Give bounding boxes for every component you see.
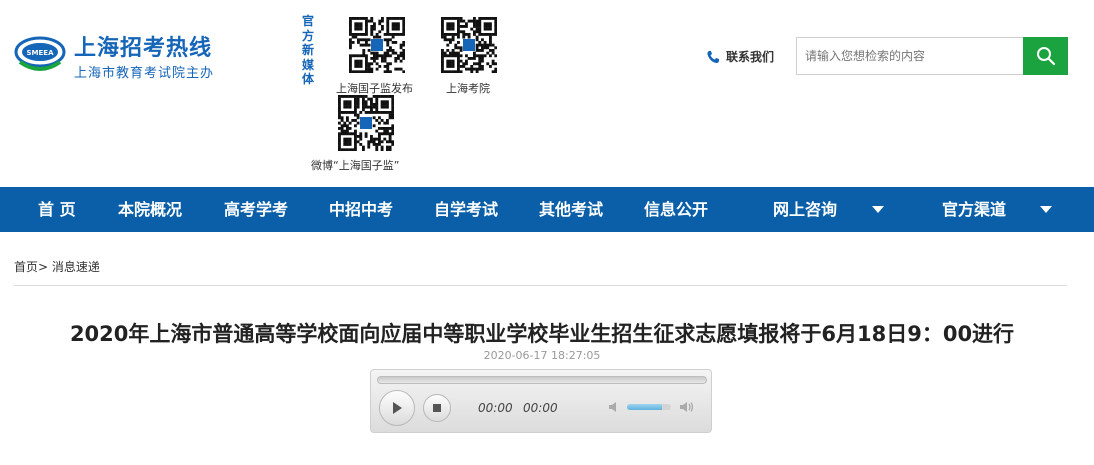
divider <box>14 285 1067 286</box>
breadcrumb-current[interactable]: 消息速递 <box>52 260 100 274</box>
qr-caption: 微博“上海国子监” <box>311 159 400 172</box>
search-icon <box>1036 47 1055 66</box>
mute-icon[interactable] <box>607 399 623 415</box>
volume-max-icon[interactable] <box>679 399 695 415</box>
qr-caption: 上海考院 <box>446 82 490 95</box>
nav-item-about[interactable]: 本院概况 <box>118 187 182 232</box>
current-time: 00:00 <box>478 401 513 415</box>
nav-item-online-consult[interactable]: 网上咨询 <box>773 187 837 232</box>
qr-code-weibo <box>338 95 394 151</box>
play-button[interactable] <box>379 390 415 426</box>
nav-item-official-channels[interactable]: 官方渠道 <box>942 187 1006 232</box>
nav-item-other-exams[interactable]: 其他考试 <box>539 187 603 232</box>
qr-code-icon <box>441 17 497 73</box>
contact-us-link[interactable]: 联系我们 <box>706 48 774 65</box>
nav-item-info-disclosure[interactable]: 信息公开 <box>644 187 708 232</box>
volume-level <box>627 404 663 410</box>
qr-code-guozijian <box>349 17 405 73</box>
site-logo[interactable]: SMEEA 上海招考热线 上海市教育考试院主办 <box>14 28 224 84</box>
nav-item-self-study[interactable]: 自学考试 <box>434 187 498 232</box>
article-date: 2020-06-17 18:27:05 <box>483 349 601 362</box>
qr-code-kaoyuan <box>441 17 497 73</box>
qr-logo-mark <box>371 39 383 51</box>
qr-logo-mark <box>463 39 475 51</box>
article-title: 2020年上海市普通高等学校面向应届中等职业学校毕业生招生征求志愿填报将于6月1… <box>69 322 1015 346</box>
volume-slider[interactable] <box>627 404 671 410</box>
search-button[interactable] <box>1023 37 1068 75</box>
play-icon <box>393 402 402 414</box>
audio-player: 00:00 00:00 <box>370 369 712 433</box>
media-label: 官方新媒体 <box>302 14 315 86</box>
chevron-down-icon[interactable] <box>1040 206 1052 213</box>
contact-us-label: 联系我们 <box>726 50 775 64</box>
stop-icon <box>433 404 441 412</box>
phone-icon <box>707 50 719 63</box>
site-title: 上海招考热线 <box>74 36 213 61</box>
breadcrumb-separator: > <box>38 260 49 274</box>
search-input[interactable] <box>796 37 1024 75</box>
logo-text: SMEEA <box>27 49 55 57</box>
nav-item-home[interactable]: 首 页 <box>38 187 76 232</box>
qr-code-icon <box>349 17 405 73</box>
site-subtitle: 上海市教育考试院主办 <box>74 66 215 81</box>
qr-logo-mark <box>360 117 372 129</box>
qr-caption: 上海国子监发布 <box>336 82 413 95</box>
smeea-logo-icon: SMEEA <box>14 36 66 71</box>
duration: 00:00 <box>523 401 558 415</box>
nav-item-gaokao[interactable]: 高考学考 <box>224 187 288 232</box>
nav-item-zhongkao[interactable]: 中招中考 <box>329 187 393 232</box>
breadcrumb: 首页> 消息速递 <box>14 258 100 275</box>
audio-progress-bar[interactable] <box>377 376 707 384</box>
main-nav: 首 页 本院概况 高考学考 中招中考 自学考试 其他考试 信息公开 网上咨询 官… <box>0 187 1094 232</box>
stop-button[interactable] <box>423 394 451 422</box>
breadcrumb-home[interactable]: 首页 <box>14 260 38 274</box>
qr-code-icon <box>338 95 394 151</box>
chevron-down-icon[interactable] <box>872 206 884 213</box>
